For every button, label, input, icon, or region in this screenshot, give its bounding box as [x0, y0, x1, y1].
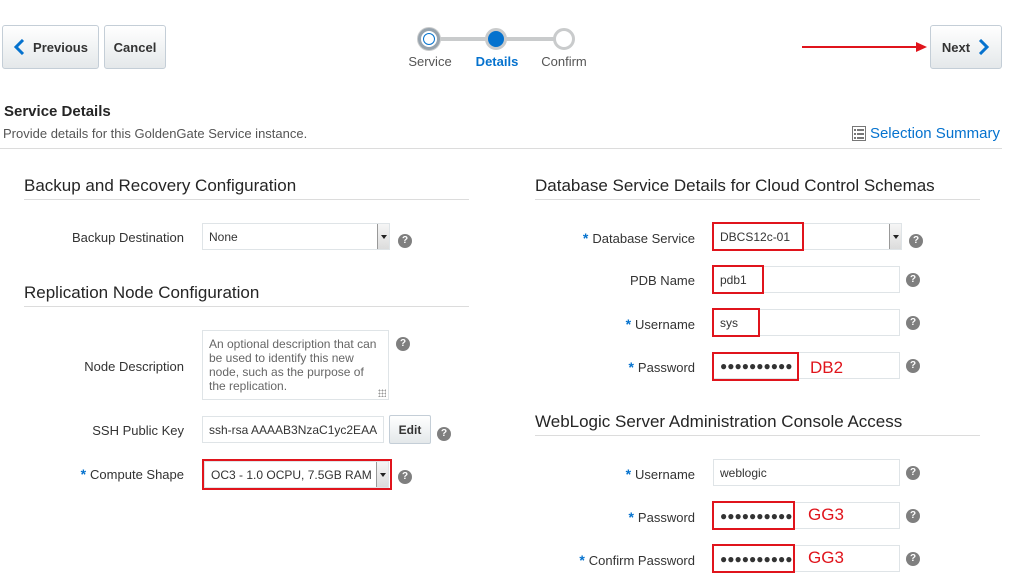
train-stop-service[interactable]	[418, 28, 440, 50]
help-icon[interactable]: ?	[396, 337, 410, 351]
database-username-label: * Username	[530, 316, 695, 332]
weblogic-password-annotation: GG3	[808, 505, 844, 524]
cancel-button[interactable]: Cancel	[104, 25, 166, 69]
help-icon[interactable]: ?	[906, 509, 920, 523]
database-service-label: * Database Service	[530, 230, 695, 246]
backup-section-title: Backup and Recovery Configuration	[24, 176, 297, 195]
highlight-box	[712, 501, 795, 530]
train-stop-confirm[interactable]	[553, 28, 575, 50]
highlight-box	[712, 544, 795, 573]
dropdown-arrow-icon	[889, 224, 901, 249]
ssh-edit-button[interactable]: Edit	[389, 415, 431, 444]
train-label-confirm[interactable]: Confirm	[541, 54, 587, 69]
highlight-box	[202, 459, 392, 490]
weblogic-divider	[535, 435, 980, 436]
header-divider	[0, 148, 1002, 149]
weblogic-username-label-text: Username	[635, 467, 695, 482]
node-description-textarea[interactable]: An optional description that can be used…	[202, 330, 389, 400]
backup-divider	[24, 199, 469, 200]
confirm-password-annotation: GG3	[808, 548, 844, 567]
weblogic-username-value: weblogic	[720, 466, 767, 480]
weblogic-password-label-text: Password	[637, 510, 695, 525]
required-marker: *	[628, 359, 634, 375]
highlight-box	[712, 222, 804, 251]
next-button[interactable]: Next	[930, 25, 1002, 69]
required-marker: *	[625, 316, 632, 332]
backup-destination-value: None	[209, 230, 238, 244]
node-description-placeholder: An optional description that can be used…	[209, 337, 377, 393]
selection-summary-label: Selection Summary	[869, 125, 1000, 142]
train-label-details: Details	[475, 54, 519, 69]
help-icon[interactable]: ?	[906, 552, 920, 566]
ssh-public-key-field[interactable]: ssh-rsa AAAAB3NzaC1yc2EAA	[202, 416, 384, 443]
database-divider	[535, 199, 980, 200]
confirm-password-label-text: Confirm Password	[588, 553, 695, 568]
required-marker: *	[628, 509, 634, 525]
pdb-name-label: PDB Name	[629, 273, 695, 288]
compute-shape-label-text: Compute Shape	[90, 467, 184, 482]
database-section-title: Database Service Details for Cloud Contr…	[535, 176, 935, 195]
required-marker: *	[582, 230, 589, 246]
backup-destination-label: Backup Destination	[71, 230, 184, 245]
next-label: Next	[941, 39, 971, 55]
database-password-label: * Password	[530, 359, 695, 375]
page-description: Provide details for this GoldenGate Serv…	[3, 126, 308, 141]
password-annotation: DB2	[810, 358, 844, 377]
summary-list-icon	[851, 126, 866, 141]
required-marker: *	[80, 466, 87, 482]
highlight-box	[712, 265, 764, 294]
help-icon[interactable]: ?	[437, 427, 451, 441]
page-title: Service Details	[4, 103, 111, 120]
weblogic-username-field[interactable]: weblogic	[713, 459, 900, 486]
selection-summary-link[interactable]: Selection Summary	[851, 125, 1000, 142]
help-icon[interactable]: ?	[398, 234, 412, 248]
backup-destination-select[interactable]: None	[202, 223, 390, 250]
chevron-right-icon	[979, 39, 990, 55]
resize-grip-icon[interactable]	[378, 389, 386, 397]
database-username-label-text: Username	[635, 317, 695, 332]
help-icon[interactable]: ?	[909, 234, 923, 248]
highlight-box	[712, 308, 760, 337]
previous-label: Previous	[33, 39, 88, 55]
weblogic-username-label: * Username	[530, 466, 695, 482]
compute-shape-label: * Compute Shape	[20, 466, 184, 482]
train-stop-details	[485, 28, 507, 50]
help-icon[interactable]: ?	[398, 470, 412, 484]
highlight-box	[712, 352, 799, 381]
weblogic-section-title: WebLogic Server Administration Console A…	[535, 412, 903, 431]
weblogic-password-label: * Password	[530, 509, 695, 525]
cancel-label: Cancel	[113, 39, 157, 55]
chevron-left-icon	[13, 39, 25, 55]
ssh-public-key-value: ssh-rsa AAAAB3NzaC1yc2EAA	[209, 423, 378, 437]
help-icon[interactable]: ?	[906, 359, 920, 373]
replication-section-title: Replication Node Configuration	[24, 283, 260, 302]
confirm-password-label: * Confirm Password	[530, 552, 695, 568]
train-label-service[interactable]: Service	[408, 54, 451, 69]
help-icon[interactable]: ?	[906, 316, 920, 330]
previous-button[interactable]: Previous	[2, 25, 99, 69]
database-service-label-text: Database Service	[592, 231, 695, 246]
database-password-label-text: Password	[637, 360, 695, 375]
node-description-label: Node Description	[84, 359, 184, 374]
annotation-arrow	[802, 42, 927, 52]
edit-label: Edit	[398, 422, 422, 437]
ssh-public-key-label: SSH Public Key	[92, 423, 184, 438]
required-marker: *	[625, 466, 632, 482]
replication-divider	[24, 306, 469, 307]
required-marker: *	[579, 552, 585, 568]
dropdown-arrow-icon	[377, 224, 389, 249]
help-icon[interactable]: ?	[906, 273, 920, 287]
help-icon[interactable]: ?	[906, 466, 920, 480]
